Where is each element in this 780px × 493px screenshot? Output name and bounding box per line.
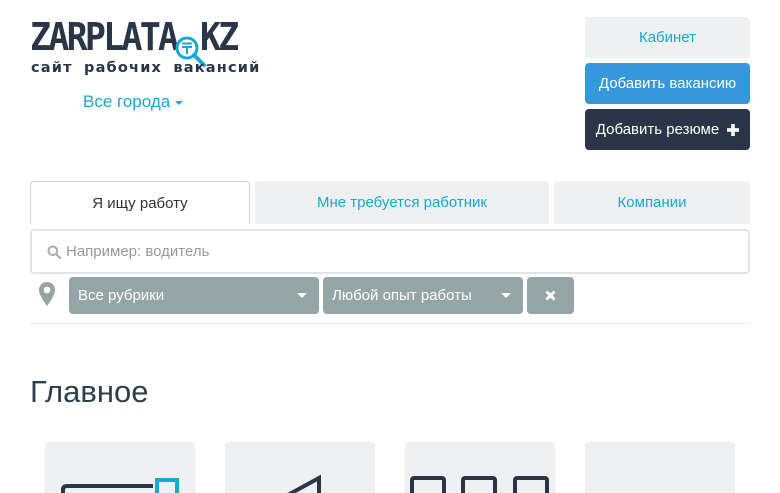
city-selector[interactable]: Все города [83,92,184,112]
caret-down-icon [175,101,184,105]
site-logo[interactable]: ZARPLATA KZ сайт рабочих вакансий [30,15,259,78]
card-icon [410,476,549,493]
tab-job-search[interactable]: Я ищу работу [30,181,250,224]
divider [30,323,750,324]
category-card[interactable] [225,442,375,493]
category-card[interactable] [45,442,195,493]
search-input[interactable] [66,243,706,260]
category-select[interactable]: Все рубрики [69,277,319,314]
city-selector-label: Все города [83,92,171,111]
logo-tagline: сайт рабочих вакансий [31,60,261,76]
plus-icon [727,123,740,136]
chevron-down-icon [297,293,307,298]
add-resume-label: Добавить резюме [595,121,720,138]
category-card[interactable] [585,442,735,493]
tab-companies[interactable]: Компании [554,181,750,224]
tab-need-worker[interactable]: Мне требуется работник [255,181,549,224]
search-box [30,229,750,274]
chevron-down-icon [501,293,511,298]
add-vacancy-button[interactable]: Добавить вакансию [585,63,750,104]
add-resume-button[interactable]: Добавить резюме [585,109,750,150]
clear-filters-button[interactable] [527,277,574,314]
location-pin-icon[interactable] [38,281,56,307]
card-icon [61,478,179,493]
category-select-value: Все рубрики [78,287,165,304]
experience-select[interactable]: Любой опыт работы [323,277,523,314]
search-icon [47,245,61,259]
section-title: Главное [30,374,149,409]
card-icon [287,474,321,493]
experience-select-value: Любой опыт работы [332,287,472,304]
logo-brand-text: ZARPLATA [30,15,179,59]
cabinet-button[interactable]: Кабинет [585,17,750,58]
category-card[interactable] [405,442,555,493]
close-icon [545,290,556,301]
